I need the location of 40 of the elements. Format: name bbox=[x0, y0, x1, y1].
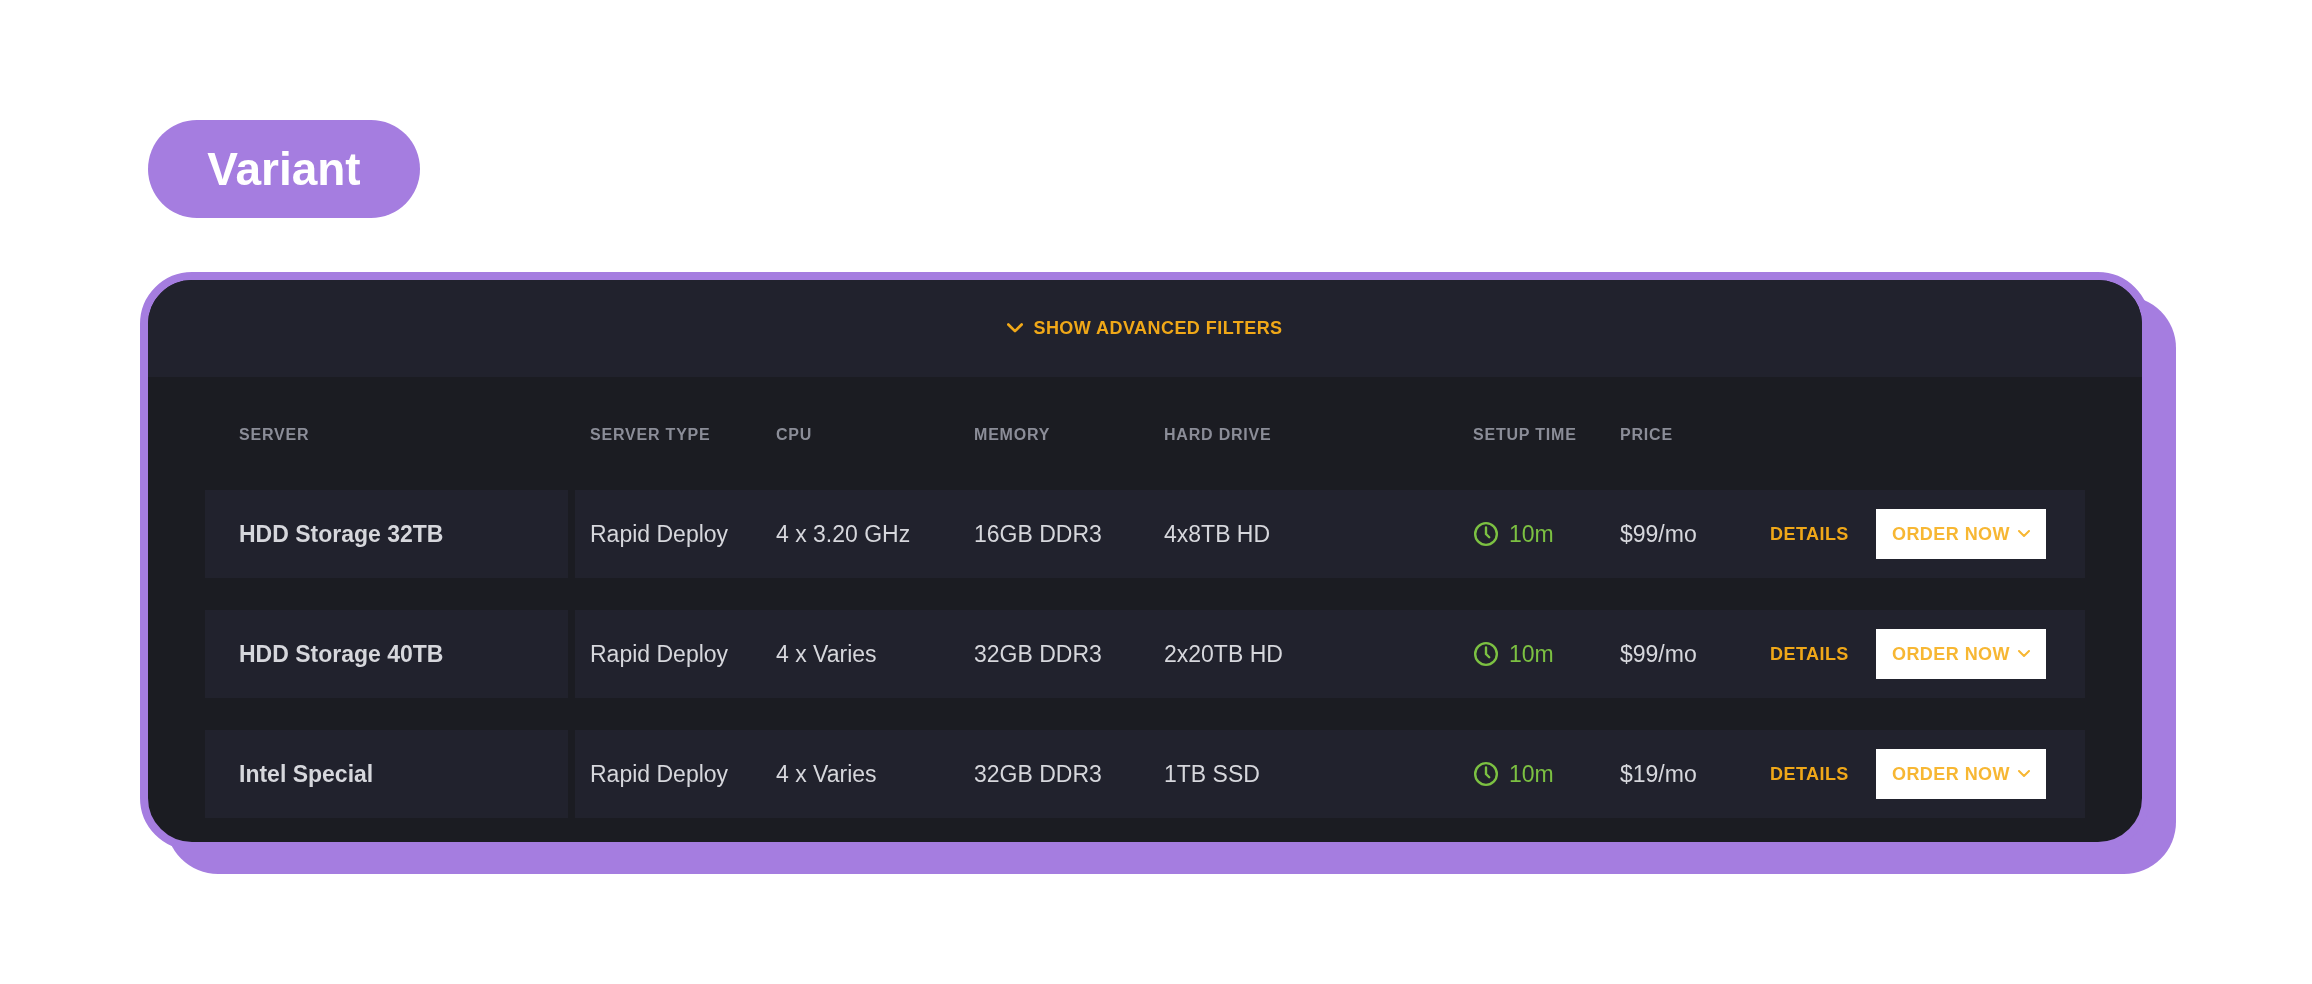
table-cell-text: $99/mo bbox=[1620, 639, 1698, 669]
details-link[interactable]: DETAILS bbox=[1770, 640, 1849, 668]
column-header: SETUP TIME bbox=[1473, 425, 1578, 445]
setup-time: 10m bbox=[1509, 759, 1554, 789]
table-cell-text: 4 x 3.20 GHz bbox=[776, 519, 912, 549]
table-cell-text: 16GB DDR3 bbox=[974, 519, 1103, 549]
column-header: MEMORY bbox=[974, 425, 1052, 445]
column-header: PRICE bbox=[1620, 425, 1674, 445]
setup-time: 10m bbox=[1509, 519, 1554, 549]
clock-icon bbox=[1473, 521, 1499, 547]
chevron-icon bbox=[2018, 770, 2030, 778]
clock-icon bbox=[1473, 641, 1499, 667]
table-cell-text: 32GB DDR3 bbox=[974, 639, 1103, 669]
table-cell-text: Rapid Deploy bbox=[589, 519, 730, 549]
details-link[interactable]: DETAILS bbox=[1770, 520, 1849, 548]
chevron-icon bbox=[2018, 650, 2030, 658]
chevron-icon bbox=[2018, 530, 2030, 538]
table-cell-text: 4 x Varies bbox=[776, 759, 878, 789]
table-cell-text: 32GB DDR3 bbox=[974, 759, 1103, 789]
table-cell: HDD Storage 40TB bbox=[205, 610, 575, 698]
clock-icon bbox=[1473, 761, 1499, 787]
details-link[interactable]: DETAILS bbox=[1770, 760, 1849, 788]
column-header: HARD DRIVE bbox=[1164, 425, 1273, 445]
variant-badge: Variant bbox=[148, 120, 420, 218]
column-header: CPU bbox=[776, 425, 814, 445]
setup-time: 10m bbox=[1509, 639, 1554, 669]
table-cell-text: Rapid Deploy bbox=[589, 759, 730, 789]
table-cell-text: 1TB SSD bbox=[1164, 759, 1261, 789]
chevron-icon bbox=[1007, 323, 1024, 334]
advanced-filters-toggle[interactable]: SHOW ADVANCED FILTERS bbox=[1007, 315, 1283, 342]
table-cell-text: 4 x Varies bbox=[776, 639, 878, 669]
column-header: SERVER TYPE bbox=[590, 425, 712, 445]
column-header: SERVER bbox=[238, 425, 311, 445]
table-cell-text: Rapid Deploy bbox=[589, 639, 730, 669]
table-cell-text: $19/mo bbox=[1620, 759, 1698, 789]
table-cell-text: $99/mo bbox=[1620, 519, 1698, 549]
table-cell: Intel Special bbox=[205, 730, 575, 818]
table-cell-text: 4x8TB HD bbox=[1164, 519, 1272, 549]
table-cell-text: 2x20TB HD bbox=[1164, 639, 1284, 669]
table-cell: HDD Storage 32TB bbox=[205, 490, 575, 578]
